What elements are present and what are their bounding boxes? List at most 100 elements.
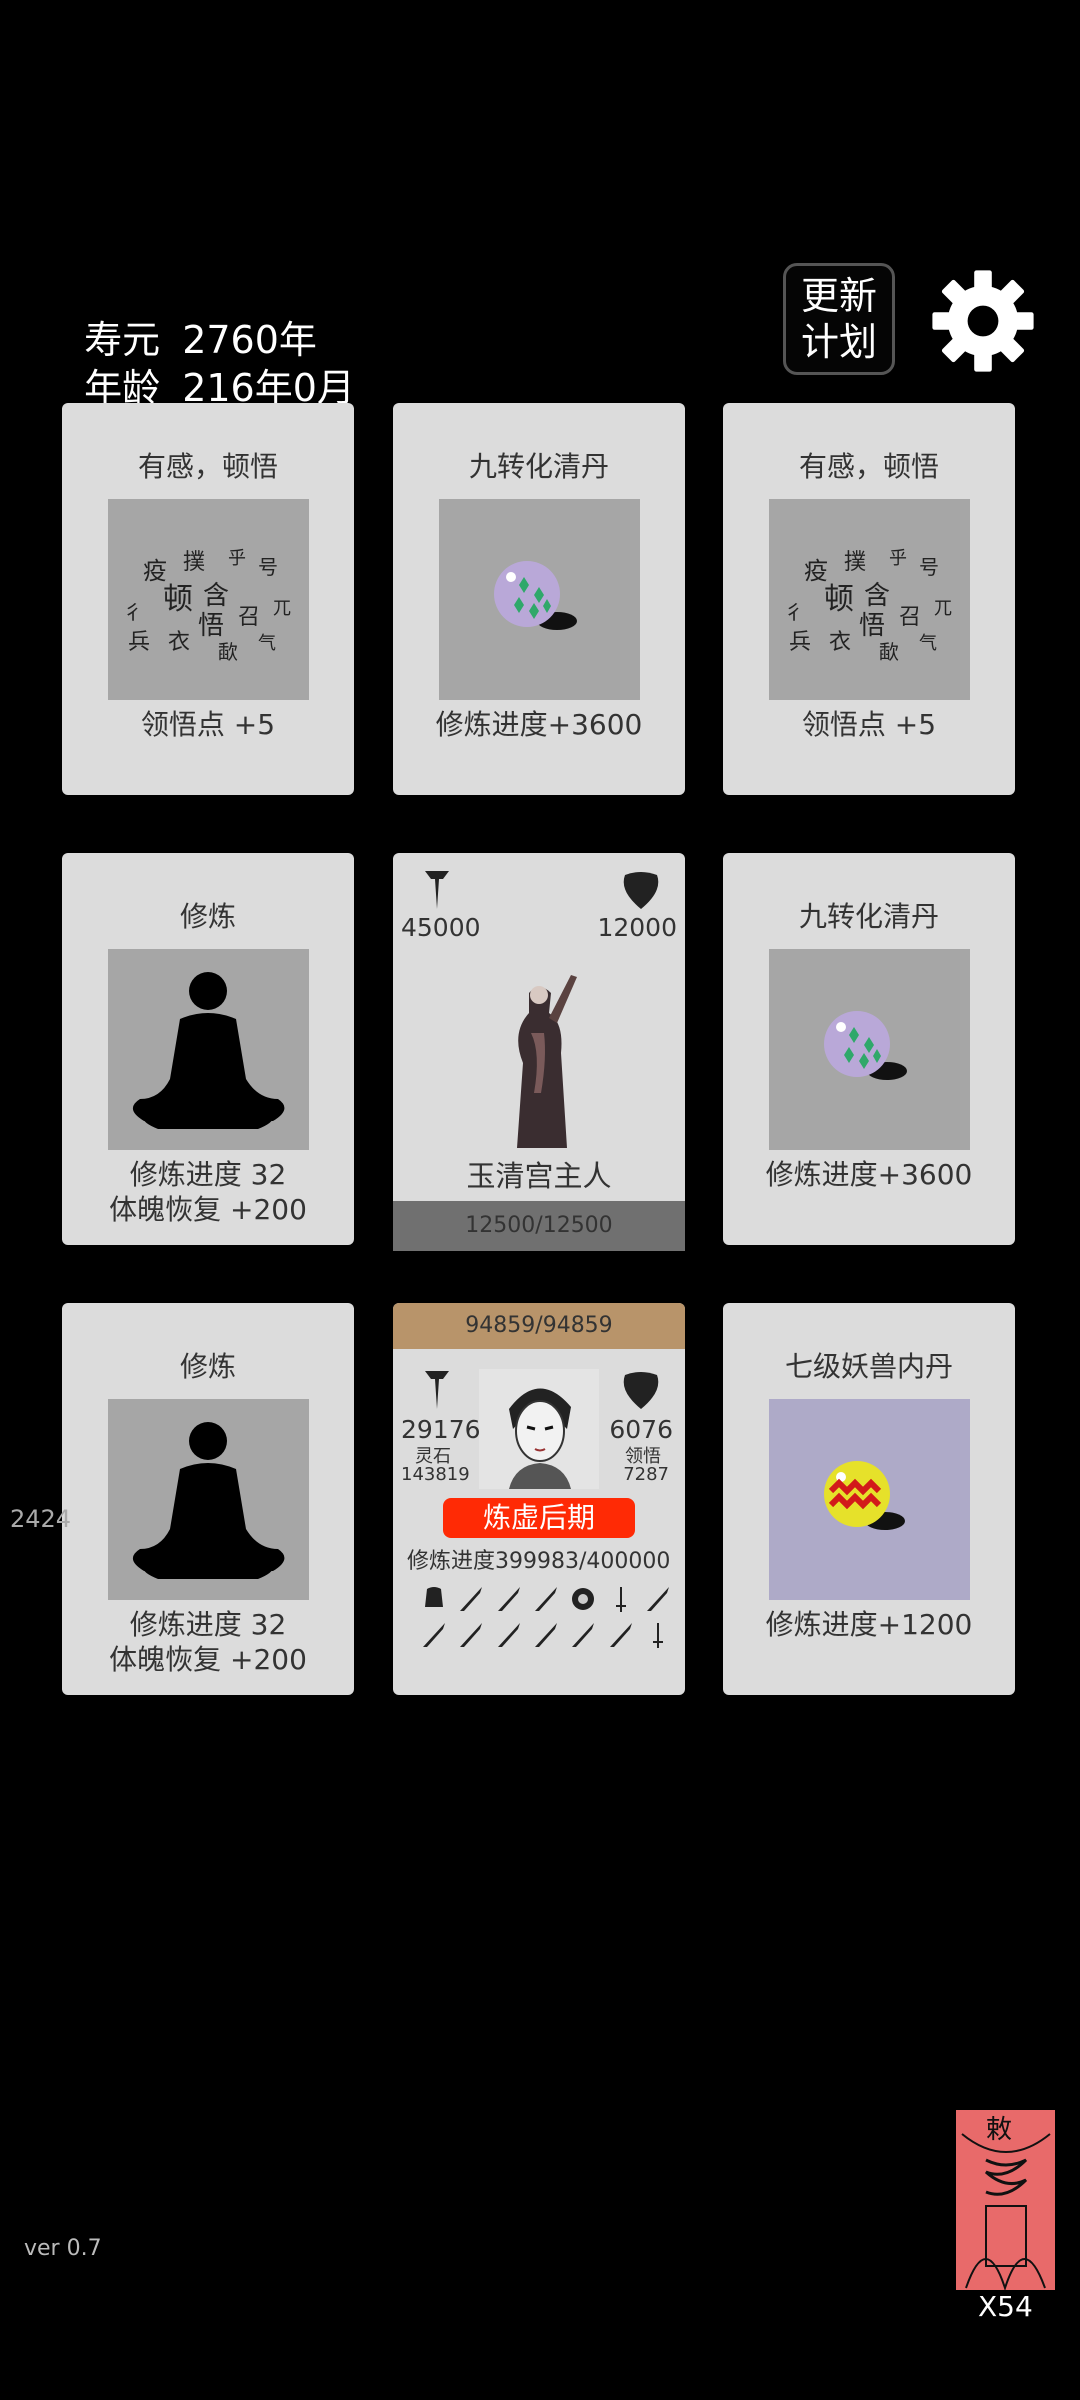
svg-text:顿: 顿 xyxy=(163,582,193,617)
event-card-insight-1[interactable]: 有感，顿悟 疫撲 乎号 顿含 悟召 彳兵 衣 歃 气兀 领悟点 +5 xyxy=(62,403,354,795)
player-hp: 94859/94859 xyxy=(465,1313,613,1338)
event-card-insight-2[interactable]: 有感，顿悟 疫撲 乎号 顿含 悟召 彳兵 衣 歃 气兀 领悟点 +5 xyxy=(723,403,1015,795)
svg-text:兵: 兵 xyxy=(128,630,150,655)
svg-text:顿: 顿 xyxy=(824,582,854,617)
blade-icon[interactable] xyxy=(533,1585,559,1613)
boss-attack: 45000 xyxy=(401,913,481,942)
version-label: ver 0.7 xyxy=(24,2236,102,2261)
card-effect-recover: 体魄恢复 +200 xyxy=(109,1643,307,1676)
blade-icon[interactable] xyxy=(496,1585,522,1613)
update-plan-button[interactable]: 更新 计划 xyxy=(783,263,895,375)
svg-text:含: 含 xyxy=(864,581,890,611)
player-card[interactable]: 94859/94859 29176 灵石 143819 6076 领悟 7287… xyxy=(393,1303,685,1695)
meditation-icon xyxy=(108,949,309,1150)
svg-text:悟: 悟 xyxy=(859,611,885,641)
beast-mask-icon[interactable] xyxy=(570,1585,596,1613)
purple-pill-icon xyxy=(769,949,970,1150)
blade-icon[interactable] xyxy=(421,1621,447,1649)
svg-text:衣: 衣 xyxy=(829,630,851,655)
sword-icon xyxy=(425,871,449,909)
dagger-icon[interactable] xyxy=(645,1621,671,1649)
svg-text:撲: 撲 xyxy=(183,550,205,575)
dagger-icon[interactable] xyxy=(608,1585,634,1613)
insight-value: 7287 xyxy=(623,1464,669,1485)
card-title: 修炼 xyxy=(179,1350,236,1383)
svg-text:乎: 乎 xyxy=(889,548,907,569)
player-attack: 29176 xyxy=(401,1415,481,1444)
card-title: 有感，顿悟 xyxy=(798,450,939,483)
update-plan-line1: 更新 xyxy=(800,274,877,318)
update-plan-line2: 计划 xyxy=(800,320,877,364)
svg-text:含: 含 xyxy=(203,581,229,611)
sword-icon xyxy=(425,1371,449,1409)
purple-pill-icon xyxy=(439,499,640,700)
blade-icon[interactable] xyxy=(570,1621,596,1649)
card-effect-recover: 体魄恢复 +200 xyxy=(109,1193,307,1226)
equipment-row-1 xyxy=(421,1585,671,1613)
card-title: 七级妖兽内丹 xyxy=(784,1350,953,1383)
bell-icon[interactable] xyxy=(421,1585,447,1613)
progress-label: 修炼进度 xyxy=(407,1549,496,1574)
yellow-core-icon xyxy=(769,1399,970,1600)
progress-value: 399983/400000 xyxy=(495,1549,671,1574)
event-card-pill-1[interactable]: 九转化清丹 修炼进度+3600 xyxy=(393,403,685,795)
calligraphy-icon: 疫撲 乎号 顿含 悟召 彳兵 衣 歃 气兀 xyxy=(108,499,309,700)
event-card-pill-2[interactable]: 九转化清丹 修炼进度+3600 xyxy=(723,853,1015,1245)
card-effect-progress: 修炼进度 32 xyxy=(129,1608,287,1641)
card-effect: 修炼进度+3600 xyxy=(435,708,643,741)
svg-text:歃: 歃 xyxy=(879,640,899,664)
card-title: 有感，顿悟 xyxy=(137,450,278,483)
boss-hp: 12500/12500 xyxy=(465,1213,613,1238)
age-stat: 年龄 216年0月 xyxy=(60,313,355,412)
avatar xyxy=(479,1369,599,1489)
svg-text:召: 召 xyxy=(238,605,260,630)
blade-icon[interactable] xyxy=(458,1621,484,1649)
card-effect: 领悟点 +5 xyxy=(801,708,937,741)
blade-icon[interactable] xyxy=(496,1621,522,1649)
boss-name: 玉清宫主人 xyxy=(466,1159,612,1193)
card-effect-progress: 修炼进度 32 xyxy=(129,1158,287,1191)
talisman-glyph: 敕 xyxy=(986,2115,1012,2145)
boss-hp-bar: 12500/12500 xyxy=(393,1201,685,1251)
svg-text:兵: 兵 xyxy=(789,630,811,655)
card-effect: 修炼进度+1200 xyxy=(765,1608,973,1641)
boss-portrait xyxy=(517,975,577,1148)
boss-card[interactable]: 45000 12000 玉清宫主人 12500/12500 xyxy=(393,853,685,1251)
svg-text:衣: 衣 xyxy=(168,630,190,655)
shield-icon xyxy=(623,872,659,909)
talisman-icon[interactable]: 敕 xyxy=(956,2110,1055,2292)
svg-text:彳: 彳 xyxy=(784,600,804,624)
meditation-icon xyxy=(108,1399,309,1600)
card-title: 修炼 xyxy=(179,900,236,933)
svg-text:兀: 兀 xyxy=(934,598,952,619)
player-defense: 6076 xyxy=(609,1415,673,1444)
talisman-count: X54 xyxy=(978,2290,1033,2323)
svg-text:疫: 疫 xyxy=(804,557,828,585)
player-hp-bar: 94859/94859 xyxy=(393,1303,685,1349)
svg-text:疫: 疫 xyxy=(143,557,167,585)
side-counter: 2424 xyxy=(10,1505,72,1533)
blade-icon[interactable] xyxy=(608,1621,634,1649)
svg-text:气: 气 xyxy=(919,633,937,654)
equipment-row-2 xyxy=(421,1621,671,1649)
realm-badge: 炼虚后期 xyxy=(443,1498,635,1538)
svg-text:号: 号 xyxy=(258,555,278,579)
shield-icon xyxy=(623,1372,659,1409)
beast-core-card[interactable]: 七级妖兽内丹 修炼进度+1200 xyxy=(723,1303,1015,1695)
svg-text:兀: 兀 xyxy=(273,598,291,619)
gear-icon[interactable] xyxy=(928,266,1038,376)
blade-icon[interactable] xyxy=(533,1621,559,1649)
svg-text:号: 号 xyxy=(919,555,939,579)
calligraphy-icon: 疫撲 乎号 顿含 悟召 彳兵 衣 歃 气兀 xyxy=(769,499,970,700)
boss-defense: 12000 xyxy=(597,913,677,942)
svg-text:撲: 撲 xyxy=(844,550,866,575)
cultivate-card-1[interactable]: 修炼 修炼进度 32 体魄恢复 +200 xyxy=(62,853,354,1245)
svg-text:彳: 彳 xyxy=(123,600,143,624)
svg-text:召: 召 xyxy=(899,605,921,630)
svg-text:气: 气 xyxy=(258,633,276,654)
card-effect: 领悟点 +5 xyxy=(140,708,276,741)
blade-icon[interactable] xyxy=(458,1585,484,1613)
cultivate-card-2[interactable]: 修炼 修炼进度 32 体魄恢复 +200 xyxy=(62,1303,354,1695)
svg-text:乎: 乎 xyxy=(228,548,246,569)
blade-icon[interactable] xyxy=(645,1585,671,1613)
